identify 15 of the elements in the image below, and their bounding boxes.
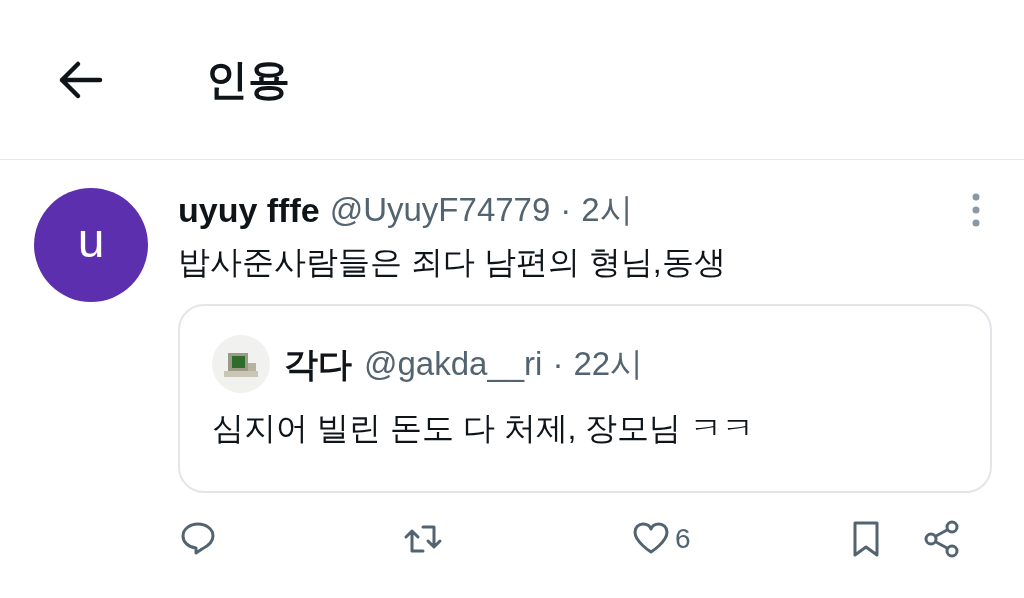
more-icon[interactable] (972, 193, 980, 227)
display-name: 각다 (284, 343, 352, 385)
user-handle: @UyuyF74779 (329, 190, 551, 231)
separator: · (552, 344, 564, 385)
page-title: 인용 (206, 55, 290, 105)
post-time: 2시 (581, 190, 633, 231)
post-text: 밥사준사람들은 죄다 남편의 형님,동생 (178, 243, 727, 282)
like-button[interactable]: 6 (631, 518, 691, 560)
quote-text: 심지어 빌린 돈도 다 처제, 장모님 ㅋㅋ (212, 409, 756, 448)
avatar[interactable]: u (34, 188, 148, 302)
user-handle: @gakda__ri (364, 344, 543, 385)
quote-card[interactable]: 각다 @gakda__ri · 22시 심지어 빌린 돈도 다 처제, 장모님 ㅋㅋ (178, 304, 992, 493)
display-name: uyuy fffe (178, 189, 320, 231)
post-time: 22시 (573, 344, 644, 385)
separator: · (560, 190, 572, 231)
